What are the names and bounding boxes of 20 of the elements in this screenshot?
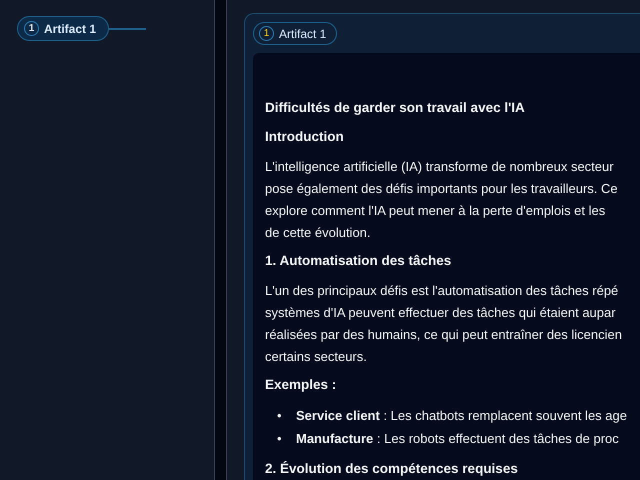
section-heading: 2. Évolution des compétences requises — [265, 461, 519, 476]
document-title: Difficultés de garder son travail avec l'IA — [265, 100, 526, 115]
paragraph-line: explore comment l'IA peut mener à la perte d'emplois et les — [265, 202, 606, 220]
section-heading: 1. Automatisation des tâches — [265, 253, 452, 268]
artifact-tag[interactable]: 1 Artifact 1 — [253, 22, 338, 45]
paragraph-line: certains secteurs. — [265, 348, 367, 366]
paragraph-line: réalisées par des humains, ce qui peut entraîner des licencien — [265, 326, 622, 344]
list-item: Service client : Les chatbots remplacent souvent les age — [296, 407, 627, 425]
bullet: • — [277, 407, 283, 425]
artifact-tag[interactable]: 1 Artifact 1 — [17, 16, 110, 41]
section-heading: Exemples : — [265, 377, 338, 392]
paragraph-line: de cette évolution. — [265, 224, 371, 242]
paragraph-line: systèmes d'IA peuvent effectuer des tâches qui étaient aupar — [265, 304, 616, 322]
paragraph-line: L'intelligence artificielle (IA) transforme de nombreux secteur — [265, 158, 614, 176]
paragraph-line: L'un des principaux défis est l'automatisation des tâches répé — [265, 282, 618, 300]
bullet: • — [277, 430, 283, 448]
list-item: Manufacture : Les robots effectuent des tâches de proc — [296, 430, 619, 448]
connector-line — [109, 28, 146, 30]
section-heading: Introduction — [265, 129, 345, 144]
paragraph-line: pose également des défis importants pour les travailleurs. Ce — [265, 180, 618, 198]
